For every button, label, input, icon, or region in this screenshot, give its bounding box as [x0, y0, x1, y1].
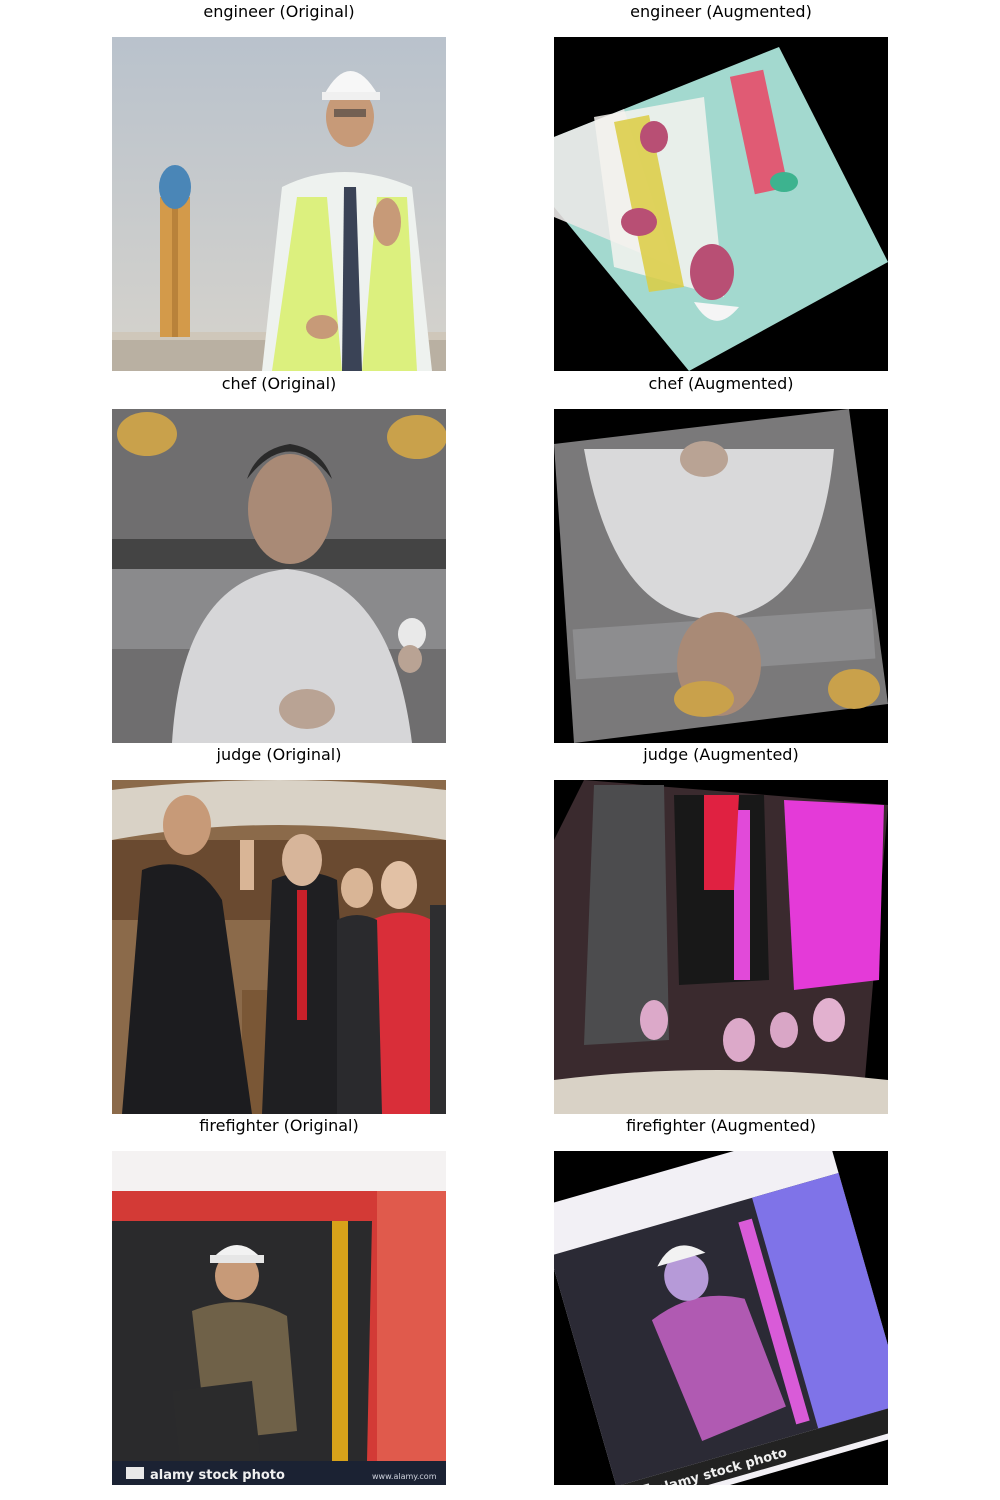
panel-title: firefighter (Original)	[199, 1116, 359, 1135]
photo-engineer-original	[112, 37, 446, 371]
photo-judge-augmented	[554, 780, 888, 1114]
photo-engineer-augmented	[554, 37, 888, 371]
watermark-url: www.alamy.com	[372, 1472, 437, 1481]
panel-title: judge (Original)	[216, 745, 342, 764]
panel-title: engineer (Original)	[203, 2, 355, 21]
photo-chef-augmented	[554, 409, 888, 743]
photo-firefighter-original: alamy stock photo www.alamy.com	[112, 1151, 446, 1485]
judge-augmented-image	[554, 780, 888, 1114]
panel-title: chef (Original)	[221, 374, 337, 393]
chef-original-image	[112, 409, 446, 743]
watermark-text: alamy stock photo	[150, 1468, 285, 1483]
photo-chef-original	[112, 409, 446, 743]
photo-firefighter-augmented: alamy stock photo	[554, 1151, 888, 1485]
firefighter-augmented-image: alamy stock photo	[554, 1151, 888, 1485]
judge-original-image	[112, 780, 446, 1114]
panel-title: firefighter (Augmented)	[626, 1116, 816, 1135]
panel-title: engineer (Augmented)	[630, 2, 812, 21]
engineer-augmented-image	[554, 37, 888, 371]
engineer-original-image	[112, 37, 446, 371]
photo-judge-original	[112, 780, 446, 1114]
panel-title: judge (Augmented)	[643, 745, 799, 764]
panel-title: chef (Augmented)	[648, 374, 794, 393]
chef-augmented-image	[554, 409, 888, 743]
firefighter-original-image: alamy stock photo www.alamy.com	[112, 1151, 446, 1485]
